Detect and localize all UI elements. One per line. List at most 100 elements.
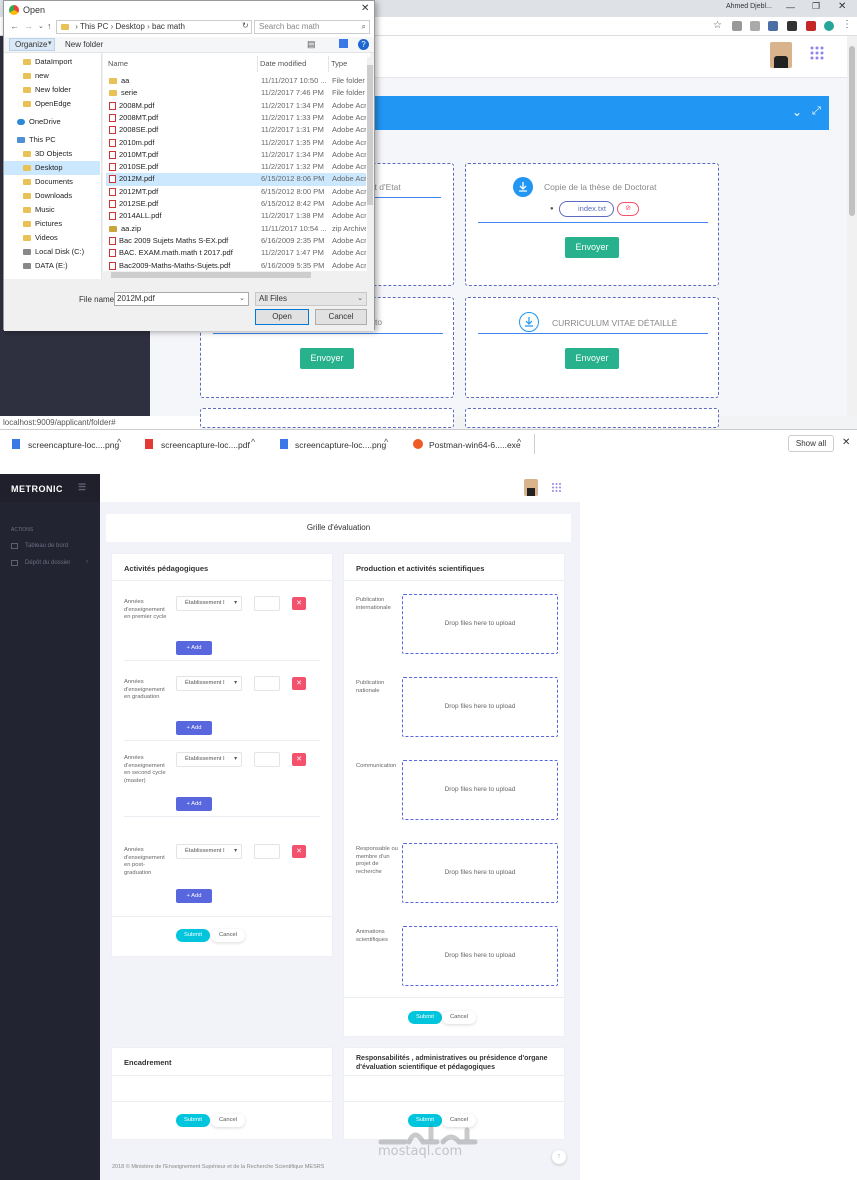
expand-icon[interactable]: ⤢	[812, 105, 821, 118]
nav-item[interactable]: Desktop	[4, 161, 100, 175]
breadcrumb-item[interactable]: bac math	[152, 22, 185, 31]
cancel-button[interactable]: Cancel	[442, 1011, 476, 1024]
minimize-icon[interactable]: —	[786, 2, 795, 12]
sidebar-item-dossier[interactable]: Dépôt du dossier ›	[0, 558, 100, 570]
years-input[interactable]	[254, 676, 280, 691]
download-item[interactable]: screencapture-loc....pdf	[161, 440, 250, 450]
years-input[interactable]	[254, 752, 280, 767]
close-icon[interactable]: ✕	[838, 1, 846, 12]
nav-item[interactable]: Local Disk (C:)	[4, 245, 100, 259]
extension-icon[interactable]	[787, 21, 797, 31]
avatar[interactable]	[524, 479, 538, 496]
apps-grid-icon[interactable]	[810, 46, 824, 60]
breadcrumb-item[interactable]: This PC	[80, 22, 108, 31]
years-input[interactable]	[254, 844, 280, 859]
file-dropzone[interactable]: Drop files here to upload	[402, 843, 558, 903]
file-list-scrollbar[interactable]	[367, 57, 373, 271]
close-downloads-icon[interactable]: ✕	[842, 437, 850, 448]
star-icon[interactable]: ☆	[713, 20, 722, 31]
file-dropzone[interactable]: Drop files here to upload	[402, 677, 558, 737]
file-type-select[interactable]: All Files ⌄	[255, 292, 367, 306]
refresh-icon[interactable]: ↻	[242, 21, 249, 30]
institution-select[interactable]: Établissement I ▾	[176, 676, 242, 691]
cancel-button[interactable]: Cancel	[211, 1114, 245, 1127]
nav-item[interactable]: Pictures	[4, 217, 100, 231]
nav-item[interactable]: This PC	[4, 133, 100, 147]
remove-row-button[interactable]: ✕	[292, 677, 306, 690]
file-row[interactable]: 2012M.pdf 6/15/2012 8:06 PM Adobe Acro	[106, 173, 366, 186]
institution-select[interactable]: Établissement I ▾	[176, 596, 242, 611]
apps-grid-icon[interactable]	[552, 483, 561, 492]
remove-row-button[interactable]: ✕	[292, 753, 306, 766]
avatar[interactable]	[770, 42, 792, 68]
nav-item[interactable]: OneDrive	[4, 115, 100, 129]
chevron-up-icon[interactable]: ^	[251, 437, 255, 447]
download-item[interactable]: screencapture-loc....png	[295, 440, 386, 450]
open-button[interactable]: Open	[255, 309, 309, 325]
attachment-chip[interactable]: index.txt	[559, 201, 614, 217]
file-row[interactable]: 2008M.pdf 11/2/2017 1:34 PM Adobe Acro	[106, 100, 366, 112]
nav-item[interactable]: DataImport	[4, 55, 100, 69]
chevron-down-icon[interactable]: ⌄	[792, 105, 802, 119]
nav-item[interactable]: Downloads	[4, 189, 100, 203]
help-icon[interactable]: ?	[358, 39, 369, 50]
years-input[interactable]	[254, 596, 280, 611]
nav-item[interactable]: Music	[4, 203, 100, 217]
submit-button[interactable]: Submit	[408, 1011, 442, 1024]
filename-input[interactable]: 2012M.pdf ⌄	[114, 292, 249, 306]
forward-icon[interactable]: →	[24, 21, 33, 31]
file-row[interactable]: aa 11/11/2017 10:50 ... File folder	[106, 75, 366, 87]
file-row[interactable]: serie 11/2/2017 7:46 PM File folder	[106, 87, 366, 99]
organize-button[interactable]: Organize ▾	[9, 38, 55, 51]
search-input[interactable]: Search bac math ⌕	[254, 20, 370, 34]
remove-row-button[interactable]: ✕	[292, 597, 306, 610]
add-button[interactable]: + Add	[176, 889, 212, 903]
submit-button[interactable]: Submit	[176, 1114, 210, 1127]
file-row[interactable]: 2008MT.pdf 11/2/2017 1:33 PM Adobe Acro	[106, 112, 366, 124]
download-item[interactable]: screencapture-loc....png	[28, 440, 119, 450]
file-row[interactable]: BAC. EXAM.math.math t 2017.pdf 11/2/2017 …	[106, 247, 366, 259]
file-row[interactable]: 2012MT.pdf 6/15/2012 8:00 PM Adobe Acro	[106, 186, 366, 198]
new-folder-button[interactable]: New folder	[65, 40, 103, 49]
close-icon[interactable]: ✕	[361, 3, 369, 14]
remove-attachment-button[interactable]: ⊘	[617, 202, 639, 216]
profile-name[interactable]: Ahmed Djebl...	[726, 3, 772, 10]
file-row[interactable]: 2008SE.pdf 11/2/2017 1:31 PM Adobe Acro	[106, 124, 366, 136]
breadcrumb-item[interactable]: Desktop	[116, 22, 145, 31]
institution-select[interactable]: Établissement I ▾	[176, 844, 242, 859]
nav-item[interactable]: OpenEdge	[4, 97, 100, 111]
extension-icon[interactable]	[768, 21, 778, 31]
menu-icon[interactable]: ⋮	[842, 19, 852, 30]
show-all-button[interactable]: Show all	[788, 435, 834, 452]
preview-pane-icon[interactable]	[339, 39, 348, 48]
page-scrollbar[interactable]	[847, 36, 857, 416]
chevron-up-icon[interactable]: ^	[384, 437, 388, 447]
file-row[interactable]: Bac 2009 Sujets Maths S-EX.pdf 6/16/2009 …	[106, 235, 366, 247]
horizontal-scrollbar[interactable]	[103, 271, 370, 279]
download-item[interactable]: Postman-win64-6.....exe	[429, 440, 521, 450]
file-row[interactable]: Bac2009-Maths-Maths-Sujets.pdf 6/16/2009 …	[106, 260, 366, 272]
back-icon[interactable]: ←	[10, 21, 19, 31]
view-icon[interactable]: ▤	[307, 39, 316, 50]
file-row[interactable]: 2010MT.pdf 11/2/2017 1:34 PM Adobe Acro	[106, 149, 366, 161]
add-button[interactable]: + Add	[176, 641, 212, 655]
add-button[interactable]: + Add	[176, 797, 212, 811]
chevron-up-icon[interactable]: ^	[117, 437, 121, 447]
add-button[interactable]: + Add	[176, 721, 212, 735]
scroll-top-button[interactable]: ↑	[552, 1150, 566, 1164]
menu-toggle-icon[interactable]: ☰	[78, 482, 87, 493]
remove-row-button[interactable]: ✕	[292, 845, 306, 858]
file-row[interactable]: 2010m.pdf 11/2/2017 1:35 PM Adobe Acro	[106, 137, 366, 149]
submit-button[interactable]: Submit	[176, 929, 210, 942]
file-row[interactable]: aa.zip 11/11/2017 10:54 ... zip Archive	[106, 223, 366, 235]
up-icon[interactable]: ↑	[47, 21, 52, 31]
column-header-name[interactable]: Name	[108, 59, 128, 68]
breadcrumb[interactable]: › This PC › Desktop › bac math	[56, 20, 252, 34]
nav-item[interactable]: DATA (E:)	[4, 259, 100, 273]
file-row[interactable]: 2010SE.pdf 11/2/2017 1:32 PM Adobe Acro	[106, 161, 366, 173]
chevron-down-icon[interactable]: ⌄	[38, 22, 44, 30]
nav-item[interactable]: Documents	[4, 175, 100, 189]
file-row[interactable]: 2014ALL.pdf 11/2/2017 1:38 PM Adobe Acro	[106, 210, 366, 222]
extension-icon[interactable]	[732, 21, 742, 31]
send-button[interactable]: Envoyer	[565, 237, 619, 258]
